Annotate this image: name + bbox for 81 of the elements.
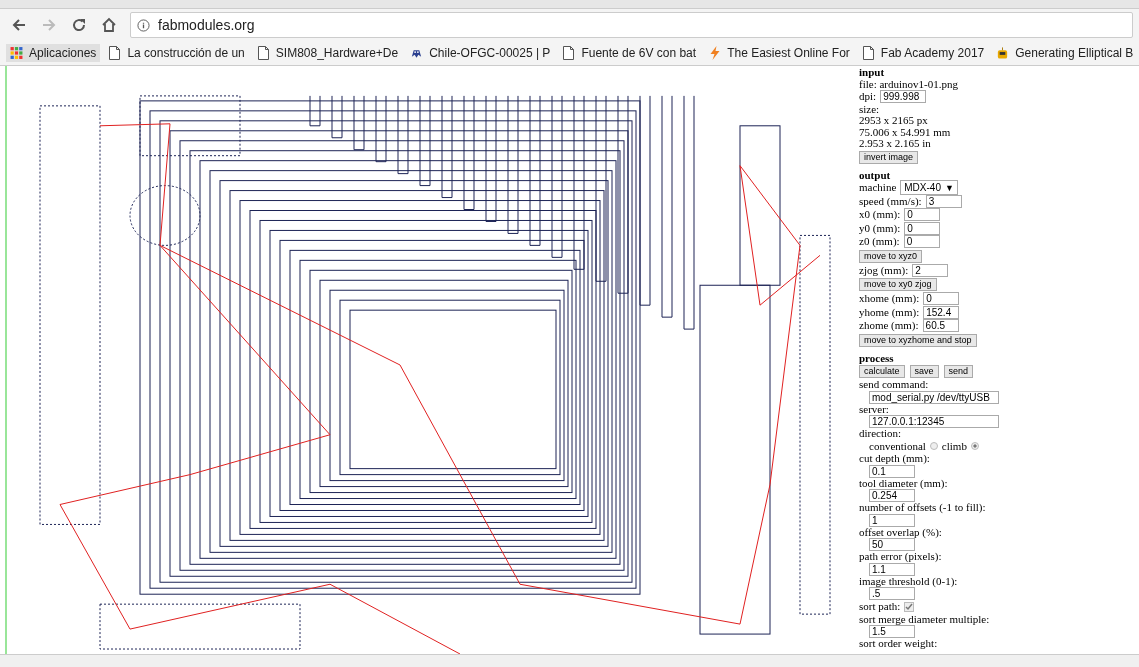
section-title: output	[859, 169, 891, 181]
input-field[interactable]: mod_serial.py /dev/ttyUSB	[869, 390, 999, 404]
dpi-field[interactable]: 999.998	[880, 90, 927, 104]
info-icon[interactable]	[137, 18, 150, 32]
input-field[interactable]: 0	[923, 292, 960, 306]
field-label: xhome (mm):	[859, 293, 920, 305]
size-text: 75.006 x 54.991 mm	[859, 126, 951, 138]
input-field[interactable]: 1.1	[869, 562, 915, 576]
radio-button[interactable]	[929, 442, 938, 451]
checkbox[interactable]	[904, 601, 915, 612]
invert-image-button[interactable]: invert image	[859, 150, 919, 164]
input-field[interactable]: 152.4	[923, 305, 960, 319]
move-button[interactable]: move to xyzhome and stop	[859, 333, 977, 347]
bookmark[interactable]: SIM808_Hardware+De	[252, 44, 403, 62]
size-text: size:	[859, 103, 880, 115]
field-label: dpi:	[859, 91, 877, 103]
bookmark[interactable]: Fuente de 6V con bat	[558, 44, 701, 62]
section-title: process	[859, 352, 894, 364]
field-label: tool diameter (mm):	[859, 477, 948, 489]
field-label: sort merge diameter multiple:	[859, 613, 990, 625]
field-label: speed (mm/s):	[859, 195, 922, 207]
page-icon	[562, 46, 576, 60]
input-field[interactable]: .5	[869, 587, 915, 600]
move-button[interactable]: move to xy0 zjog	[859, 278, 937, 291]
back-icon[interactable]	[11, 17, 27, 33]
field-label: sort order weight:	[859, 638, 938, 650]
page-icon	[256, 46, 270, 60]
field-label: zhome (mm):	[859, 320, 919, 332]
bookmark[interactable]: The Easiest Online For	[704, 44, 854, 62]
reload-icon[interactable]	[71, 17, 87, 33]
input-field[interactable]: 127.0.0.1:12345	[869, 415, 999, 428]
input-field[interactable]: 0	[904, 221, 941, 235]
field-label: image threshold (0-1):	[859, 575, 958, 587]
field-label: y0 (mm):	[859, 222, 901, 234]
field-label: cut depth (mm):	[859, 453, 930, 465]
input-field[interactable]: 0.1	[869, 464, 915, 478]
home-icon[interactable]	[101, 17, 117, 33]
input-field[interactable]: 0	[904, 208, 941, 222]
input-field[interactable]: 1	[869, 513, 915, 527]
radio-label: conventional	[869, 440, 926, 452]
field-label: z0 (mm):	[859, 236, 900, 248]
field-label: sort path:	[859, 601, 901, 613]
page-icon	[108, 46, 122, 60]
input-field[interactable]: 1.5	[869, 625, 915, 638]
field-label: yhome (mm):	[859, 306, 920, 318]
section-title: input	[859, 67, 885, 79]
action-button[interactable]: save	[909, 365, 939, 378]
file-name-text: file: arduinov1-01.png	[859, 78, 958, 90]
field-label: send command:	[859, 379, 929, 391]
bookmark[interactable]: La construcción de un	[104, 44, 249, 62]
input-field[interactable]: 50	[869, 538, 915, 551]
size-text: 2.953 x 2.165 in	[859, 138, 931, 150]
input-field[interactable]: 0	[903, 235, 940, 249]
action-button[interactable]: send	[943, 365, 974, 378]
field-label: machine	[859, 182, 897, 194]
apps-grid-icon	[10, 46, 23, 60]
field-label: server:	[859, 403, 889, 415]
field-label: path error (pixels):	[859, 551, 942, 563]
move-button[interactable]: move to xyz0	[859, 249, 923, 263]
bookmark[interactable]: Generating Elliptical B	[992, 44, 1138, 62]
field-label: zjog (mm):	[859, 264, 909, 276]
bookmark[interactable]: Fab Academy 2017	[857, 44, 989, 62]
radio-button[interactable]	[970, 442, 979, 451]
machine-dropdown[interactable]: MDX-40 ▼	[900, 180, 958, 196]
address-bar[interactable]: fabmodules.org	[130, 12, 1133, 38]
bookmark[interactable]: Aplicaciones	[6, 44, 101, 62]
action-button[interactable]: calculate	[859, 365, 905, 378]
url-text: fabmodules.org	[158, 17, 255, 33]
bookmark[interactable]: Chile-OFGC-00025 | P	[406, 44, 555, 62]
field-label: direction:	[859, 428, 902, 440]
size-text: 2953 x 2165 px	[859, 115, 928, 127]
radio-label: climb	[941, 440, 967, 452]
field-label: x0 (mm):	[859, 209, 901, 221]
input-field[interactable]: 2	[912, 263, 949, 277]
lightning-icon	[708, 46, 722, 60]
page-icon	[861, 46, 875, 60]
input-field[interactable]: 0.254	[869, 489, 915, 502]
field-label: number of offsets (-1 to fill):	[859, 502, 986, 514]
field-label: offset overlap (%):	[859, 526, 942, 538]
robot-icon	[996, 46, 1010, 60]
input-field[interactable]: 60.5	[922, 319, 959, 333]
